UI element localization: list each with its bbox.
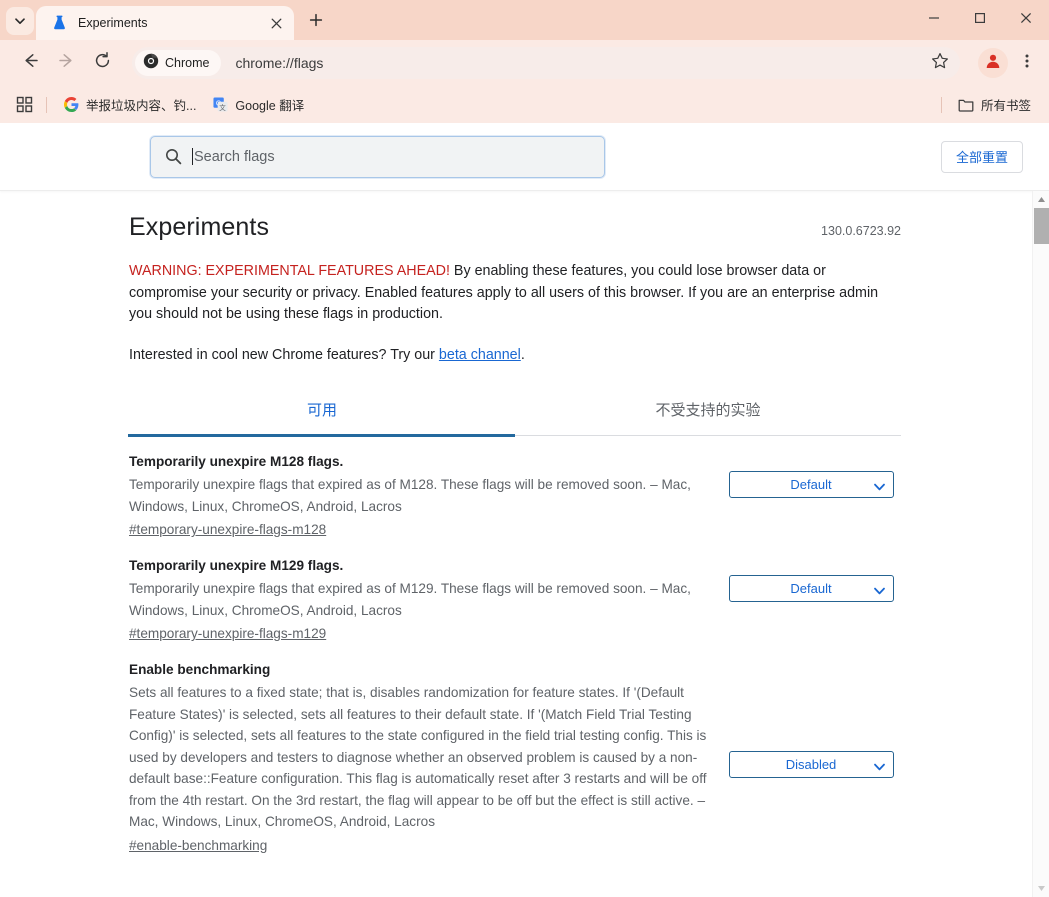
flags-search-header: 全部重置 xyxy=(0,123,1049,191)
chrome-chip-label: Chrome xyxy=(165,56,210,70)
flag-control: Disabled xyxy=(721,661,901,778)
profile-button[interactable] xyxy=(978,48,1008,78)
browser-window: Experiments Chrome chrome://flags 举报垃圾内容… xyxy=(0,0,1049,897)
flag-title: Enable benchmarking xyxy=(129,662,271,677)
bookmark-label: Google 翻译 xyxy=(235,99,305,113)
apps-grid-icon[interactable] xyxy=(10,92,38,118)
flag-description: Temporarily unexpire flags that expired … xyxy=(129,581,691,618)
scrollbar-up-arrow[interactable] xyxy=(1033,191,1049,208)
search-flags-box[interactable] xyxy=(150,135,605,178)
all-bookmarks-section: 所有书签 xyxy=(933,92,1039,118)
warning-paragraph: WARNING: EXPERIMENTAL FEATURES AHEAD! By… xyxy=(129,261,901,326)
omnibox-url-text: chrome://flags xyxy=(235,55,324,71)
select-holder: Default xyxy=(728,471,894,498)
reload-icon xyxy=(93,51,112,75)
reload-button[interactable] xyxy=(86,47,118,79)
flag-state-select[interactable]: Disabled xyxy=(728,751,894,778)
tab-available[interactable]: 可用 xyxy=(128,393,515,437)
tab-title: Experiments xyxy=(78,16,148,30)
google-g-icon xyxy=(63,97,79,113)
page-scroll-region: Experiments 130.0.6723.92 WARNING: EXPER… xyxy=(0,191,1049,897)
new-tab-button[interactable] xyxy=(302,8,330,36)
warning-strong-text: WARNING: EXPERIMENTAL FEATURES AHEAD! xyxy=(129,263,450,279)
flag-title: Temporarily unexpire M128 flags. xyxy=(129,454,344,469)
bookmark-bar: 举报垃圾内容、钓... G 文 Google 翻译 xyxy=(0,86,1049,123)
flag-permalink[interactable]: #enable-benchmarking xyxy=(129,835,267,856)
flags-content: Experiments 130.0.6723.92 WARNING: EXPER… xyxy=(128,191,901,896)
chevron-down-icon xyxy=(14,15,26,27)
flag-control: Default xyxy=(721,453,901,498)
flag-state-select[interactable]: Default xyxy=(728,471,894,498)
back-button[interactable] xyxy=(14,47,46,79)
flag-description: Sets all features to a fixed state; that… xyxy=(129,685,707,829)
tab-strip: Experiments xyxy=(0,0,1049,40)
maximize-button[interactable] xyxy=(957,0,1003,36)
close-window-button[interactable] xyxy=(1003,0,1049,36)
all-bookmarks-label: 所有书签 xyxy=(980,99,1031,113)
reset-all-button[interactable]: 全部重置 xyxy=(940,140,1023,173)
beta-channel-link[interactable]: beta channel xyxy=(439,347,521,363)
svg-text:文: 文 xyxy=(219,103,226,112)
plus-icon xyxy=(309,13,323,32)
flag-entry: Temporarily unexpire M129 flags. Tempora… xyxy=(129,540,901,644)
flags-list: Temporarily unexpire M128 flags. Tempora… xyxy=(129,436,901,896)
folder-icon xyxy=(958,97,974,113)
bookmark-item[interactable]: G 文 Google 翻译 xyxy=(204,92,312,118)
chrome-version-label: 130.0.6723.92 xyxy=(821,224,901,238)
bookmark-item[interactable]: 举报垃圾内容、钓... xyxy=(55,92,204,118)
beta-prefix-text: Interested in cool new Chrome features? … xyxy=(129,346,439,363)
beta-channel-paragraph: Interested in cool new Chrome features? … xyxy=(129,345,901,367)
chrome-origin-chip[interactable]: Chrome xyxy=(135,50,222,76)
chrome-logo-icon xyxy=(143,53,159,74)
tab-unsupported[interactable]: 不受支持的实验 xyxy=(515,393,901,436)
flags-tabbar: 可用 不受支持的实验 xyxy=(128,393,901,437)
tab-search-button[interactable] xyxy=(6,7,34,35)
forward-button[interactable] xyxy=(50,47,82,79)
bookmark-divider-right xyxy=(940,96,942,113)
window-controls xyxy=(911,0,1049,36)
flag-permalink[interactable]: #temporary-unexpire-flags-m128 xyxy=(129,519,326,540)
page-viewport: 全部重置 Experiments 130.0.6723.92 WARNING: … xyxy=(0,123,1049,897)
flag-state-select[interactable]: Default xyxy=(728,575,894,602)
flag-entry: Enable benchmarking Sets all features to… xyxy=(129,644,901,856)
search-input[interactable] xyxy=(193,144,592,169)
close-icon[interactable] xyxy=(266,13,286,33)
search-icon xyxy=(163,147,183,167)
arrow-back-icon xyxy=(21,51,40,75)
scrollbar-down-arrow[interactable] xyxy=(1033,880,1049,897)
star-icon xyxy=(931,52,949,75)
flag-entry: Temporarily unexpire M128 flags. Tempora… xyxy=(129,436,901,540)
browser-tab[interactable]: Experiments xyxy=(36,6,294,40)
profile-avatar-icon xyxy=(984,52,1002,75)
select-holder: Disabled xyxy=(728,751,894,778)
flask-icon xyxy=(50,14,68,32)
beta-suffix-text: . xyxy=(520,346,525,363)
omnibox[interactable]: Chrome chrome://flags xyxy=(132,47,960,79)
three-dot-menu-icon xyxy=(1019,52,1035,75)
title-row: Experiments 130.0.6723.92 xyxy=(129,213,901,242)
bookmark-divider xyxy=(46,96,47,113)
flag-control: Default xyxy=(721,557,901,602)
page-title: Experiments xyxy=(129,213,270,241)
bookmark-label: 举报垃圾内容、钓... xyxy=(86,99,197,113)
flag-text-block: Enable benchmarking Sets all features to… xyxy=(129,661,721,856)
chrome-menu-button[interactable] xyxy=(1013,47,1041,79)
flag-title: Temporarily unexpire M129 flags. xyxy=(129,558,344,573)
arrow-forward-icon xyxy=(57,51,76,75)
flag-description: Temporarily unexpire flags that expired … xyxy=(129,477,691,514)
minimize-button[interactable] xyxy=(911,0,957,36)
flag-permalink[interactable]: #temporary-unexpire-flags-m129 xyxy=(129,623,326,644)
select-holder: Default xyxy=(728,575,894,602)
flag-text-block: Temporarily unexpire M128 flags. Tempora… xyxy=(129,453,721,540)
flag-text-block: Temporarily unexpire M129 flags. Tempora… xyxy=(129,557,721,644)
google-translate-icon: G 文 xyxy=(212,97,228,113)
browser-toolbar: Chrome chrome://flags xyxy=(0,40,1049,86)
scrollbar-thumb[interactable] xyxy=(1034,208,1049,244)
bookmark-star-button[interactable] xyxy=(924,47,956,79)
all-bookmarks-button[interactable]: 所有书签 xyxy=(950,92,1039,118)
page-scrollbar[interactable] xyxy=(1032,191,1049,897)
